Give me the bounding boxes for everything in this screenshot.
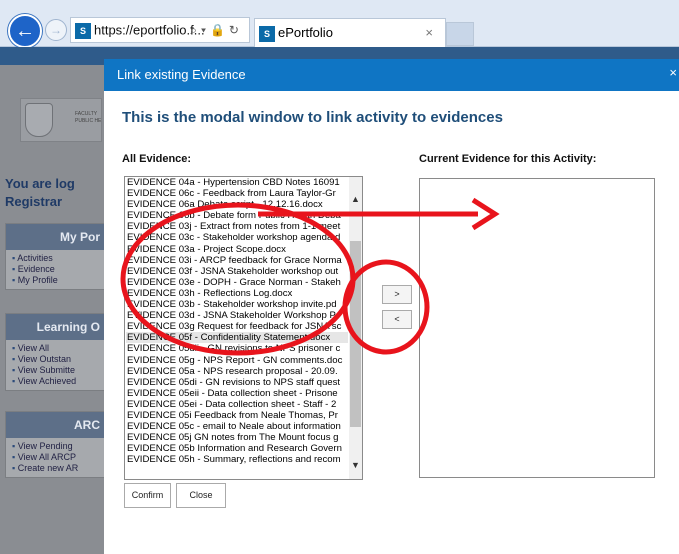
annotation-circle-buttons — [342, 259, 430, 355]
annotation-overlay — [120, 197, 500, 356]
annotation-circle-evidence — [120, 202, 356, 356]
